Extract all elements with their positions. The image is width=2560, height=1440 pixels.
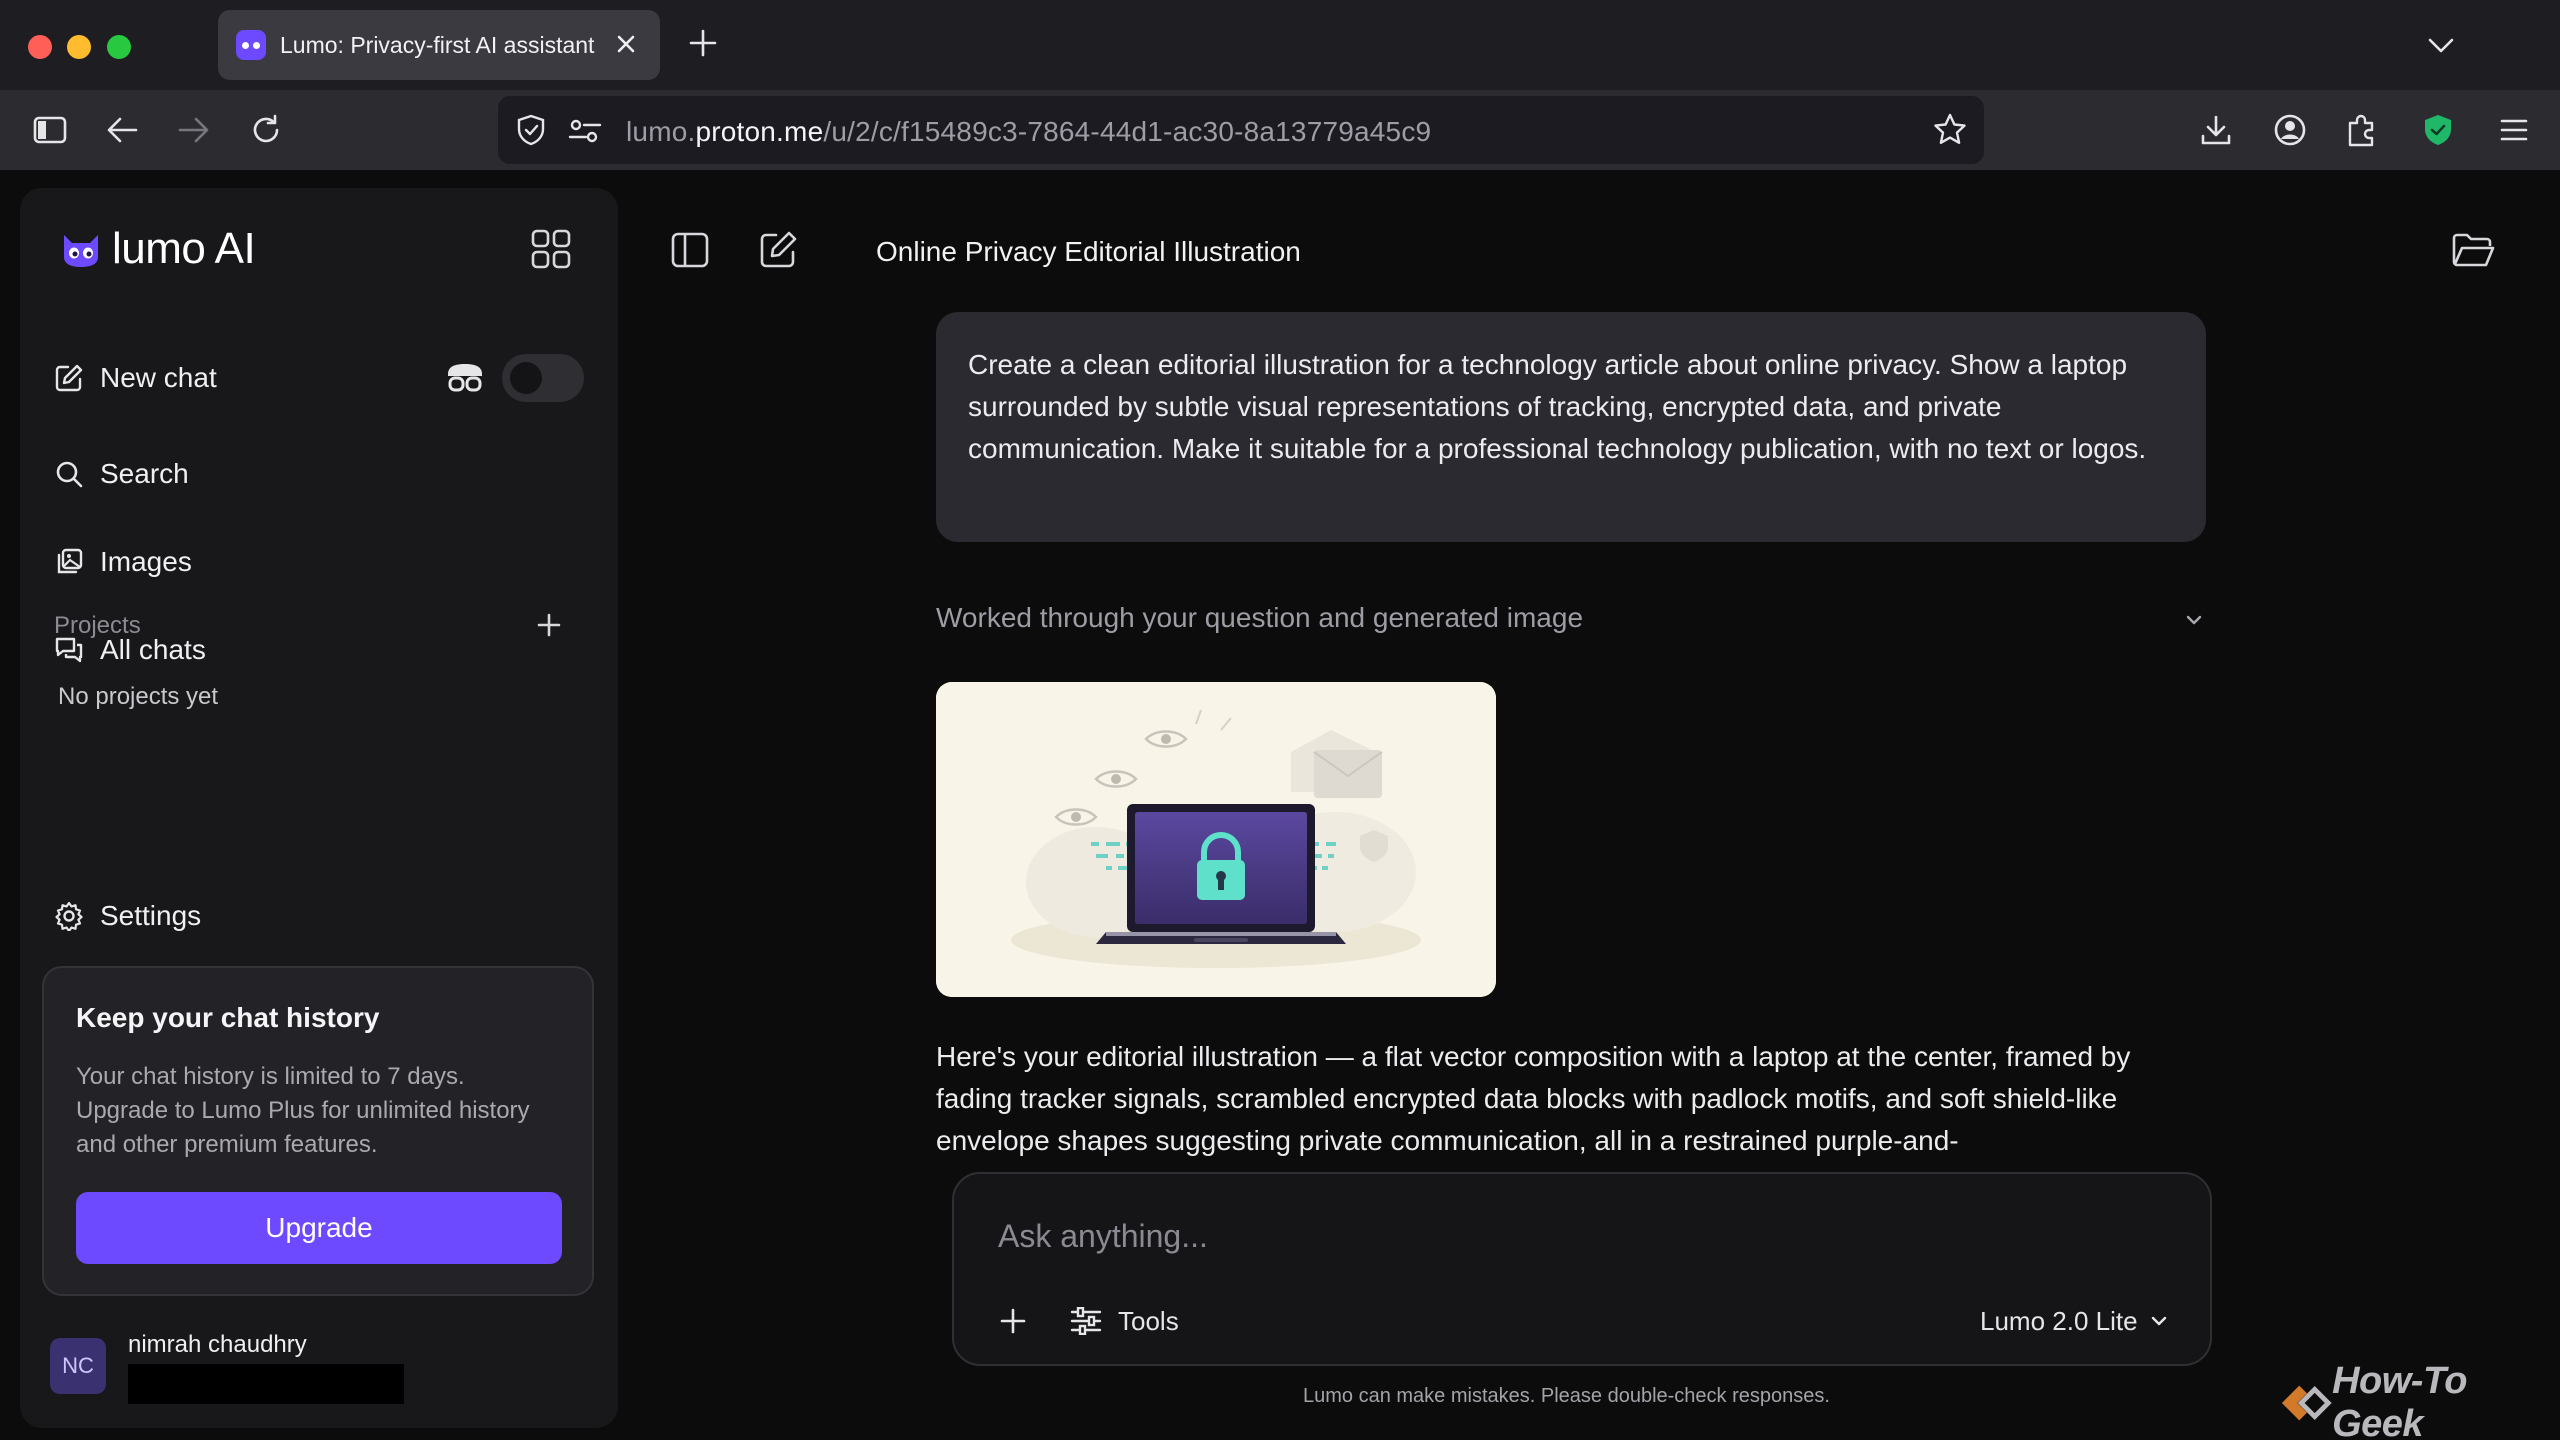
ghost-mode-icon[interactable] <box>444 360 486 396</box>
sidebar-item-images[interactable]: Images <box>54 540 192 584</box>
browser-navbar: lumo.proton.me/u/2/c/f15489c3-7864-44d1-… <box>0 90 2560 170</box>
images-icon <box>57 548 83 574</box>
search-icon <box>56 461 83 488</box>
new-chat-icon[interactable] <box>756 228 800 272</box>
tab-title: Lumo: Privacy-first AI assistant <box>280 31 595 58</box>
lumo-cat-logo-icon <box>64 235 98 267</box>
message-composer: Tools Lumo 2.0 Lite <box>952 1172 2212 1366</box>
lumo-favicon-icon <box>236 30 266 60</box>
tools-button[interactable]: Tools <box>1070 1302 1179 1340</box>
sidebar-item-search[interactable]: Search <box>54 452 189 496</box>
sliders-icon <box>1070 1307 1102 1335</box>
vpn-shield-icon[interactable] <box>2418 110 2458 150</box>
model-label: Lumo 2.0 Lite <box>1980 1305 2138 1336</box>
downloads-icon[interactable] <box>2196 110 2236 150</box>
promo-body: Your chat history is limited to 7 days. … <box>76 1063 530 1158</box>
generated-image[interactable] <box>936 682 1496 997</box>
promo-title: Keep your chat history <box>76 1002 380 1033</box>
tools-label: Tools <box>1118 1305 1179 1336</box>
apps-grid-icon[interactable] <box>530 228 572 270</box>
sidebar: lumo AI New chat Search Images All chats… <box>20 188 618 1428</box>
tracking-protection-shield-icon[interactable] <box>516 114 546 146</box>
list-all-tabs-icon[interactable] <box>2424 30 2458 60</box>
new-chat-label: New chat <box>100 362 217 393</box>
url-text[interactable]: lumo.proton.me/u/2/c/f15489c3-7864-44d1-… <box>626 116 1431 148</box>
address-bar[interactable]: lumo.proton.me/u/2/c/f15489c3-7864-44d1-… <box>498 96 1984 164</box>
window-minimize-button[interactable] <box>67 35 91 59</box>
new-chat-button[interactable]: New chat <box>54 356 217 400</box>
redacted-email <box>128 1364 404 1404</box>
chat-title: Online Privacy Editorial Illustration <box>876 236 1301 267</box>
user-message: Create a clean editorial illustration fo… <box>936 312 2206 542</box>
how-to-geek-watermark: How-To Geek <box>2278 1360 2560 1440</box>
chat-history-promo: Keep your chat history Your chat history… <box>42 966 594 1296</box>
model-selector[interactable]: Lumo 2.0 Lite <box>1980 1302 2170 1340</box>
gear-icon <box>55 901 83 931</box>
add-project-icon[interactable] <box>534 610 564 640</box>
new-tab-icon[interactable] <box>686 26 720 60</box>
collapse-sidebar-icon[interactable] <box>668 228 712 272</box>
logo-text: lumo AI <box>112 224 256 273</box>
how-to-geek-logo-icon <box>2281 1385 2332 1421</box>
laptop-illustration-icon <box>936 682 1496 997</box>
user-name[interactable]: nimrah chaudhry <box>128 1331 307 1359</box>
sidebar-item-label: Search <box>100 458 189 489</box>
sidebar-toggle-icon[interactable] <box>30 110 70 150</box>
account-icon[interactable] <box>2270 110 2310 150</box>
hamburger-menu-icon[interactable] <box>2494 110 2534 150</box>
lumo-logo[interactable]: lumo AI <box>60 224 256 274</box>
forward-arrow-icon[interactable] <box>174 110 214 150</box>
ghost-mode-toggle[interactable] <box>502 354 584 402</box>
reload-icon[interactable] <box>246 110 286 150</box>
new-chat-icon <box>55 364 83 392</box>
lumo-app: lumo AI New chat Search Images All chats… <box>0 170 2560 1440</box>
ask-input[interactable] <box>998 1214 1998 1258</box>
assistant-reply: Here's your editorial illustration — a f… <box>936 1041 2131 1156</box>
watermark-text: How-To Geek <box>2332 1360 2467 1440</box>
browser-titlebar: Lumo: Privacy-first AI assistant <box>0 0 2560 90</box>
chevron-down-icon[interactable] <box>2180 606 2208 634</box>
extensions-icon[interactable] <box>2342 110 2382 150</box>
reasoning-summary[interactable]: Worked through your question and generat… <box>936 602 1583 634</box>
sidebar-item-settings[interactable]: Settings <box>54 894 201 938</box>
no-projects-text: No projects yet <box>58 683 219 710</box>
projects-heading: Projects <box>54 612 141 639</box>
window-close-button[interactable] <box>28 35 52 59</box>
tab-close-icon[interactable] <box>610 28 642 60</box>
sidebar-item-label: Settings <box>100 900 202 931</box>
folder-icon[interactable] <box>2450 228 2496 272</box>
attach-plus-icon[interactable] <box>996 1304 1030 1338</box>
back-arrow-icon[interactable] <box>102 110 142 150</box>
browser-tab-active[interactable]: Lumo: Privacy-first AI assistant <box>218 10 660 80</box>
sidebar-item-label: Images <box>100 546 192 577</box>
upgrade-button[interactable]: Upgrade <box>76 1192 562 1264</box>
disclaimer-text: Lumo can make mistakes. Please double-ch… <box>1303 1385 1830 1407</box>
site-permissions-icon[interactable] <box>568 118 602 144</box>
avatar[interactable]: NC <box>50 1338 106 1394</box>
window-maximize-button[interactable] <box>107 35 131 59</box>
bookmark-star-icon[interactable] <box>1932 112 1968 148</box>
chevron-down-icon <box>2151 1316 2166 1326</box>
